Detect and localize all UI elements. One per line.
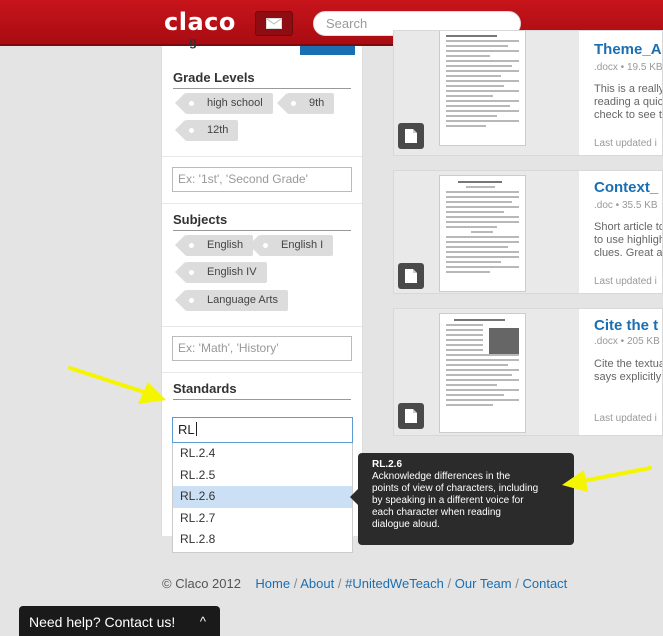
tooltip-line: each character when reading	[372, 507, 501, 518]
page-preview	[439, 175, 526, 292]
annotation-arrow-icon	[68, 366, 166, 404]
grade-level-input[interactable]: Ex: '1st', 'Second Grade'	[172, 167, 352, 192]
standard-option[interactable]: RL.2.7	[173, 508, 352, 530]
standards-input[interactable]: RL	[172, 417, 353, 443]
annotation-arrow-icon	[562, 466, 652, 492]
result-card-1[interactable]: Theme_A .docx • 19.5 KB This is a really…	[393, 30, 663, 156]
doc-type-badge	[398, 123, 424, 149]
standard-option[interactable]: RL.2.8	[173, 529, 352, 551]
grade-tag[interactable]: 9th	[276, 93, 335, 114]
document-thumbnail[interactable]	[394, 31, 579, 155]
grade-levels-title: Grade Levels	[173, 70, 351, 89]
standard-tooltip: RL.2.6 Acknowledge differences in the po…	[350, 453, 574, 545]
footer-link-about[interactable]: About	[300, 576, 334, 591]
result-card-3[interactable]: Cite the t .docx • 205 KB Cite the textu…	[393, 308, 663, 436]
cut-heading: g	[189, 34, 197, 49]
page-preview	[439, 31, 526, 146]
grade-tag[interactable]: 12th	[174, 120, 239, 141]
blue-button-edge[interactable]	[300, 46, 355, 55]
page-preview	[439, 313, 526, 433]
result-desc-line: Cite the textua	[594, 358, 663, 370]
divider	[162, 203, 362, 204]
document-icon	[405, 269, 417, 283]
tooltip-code: RL.2.6	[372, 459, 403, 470]
subject-input[interactable]: Ex: 'Math', 'History'	[172, 336, 352, 361]
result-title[interactable]: Theme_A	[594, 41, 662, 58]
result-desc-line: clues. Great a	[594, 247, 663, 259]
result-desc-line: says explicitly	[594, 371, 662, 383]
mail-button[interactable]	[255, 11, 293, 36]
help-label: Need help? Contact us!	[29, 614, 176, 630]
result-title[interactable]: Cite the t	[594, 317, 658, 334]
tooltip-line: points of view of characters, including	[372, 483, 539, 494]
help-contact-button[interactable]: Need help? Contact us! ^	[19, 606, 220, 636]
standard-option-selected[interactable]: RL.2.6	[173, 486, 352, 508]
divider	[162, 326, 362, 327]
copyright: © Claco 2012	[162, 576, 241, 591]
text-caret	[195, 422, 197, 436]
divider	[162, 372, 362, 373]
doc-type-badge	[398, 263, 424, 289]
footer-link-contact[interactable]: Contact	[522, 576, 567, 591]
result-meta: .doc • 35.5 KB	[594, 200, 658, 211]
standards-input-value: RL	[178, 422, 195, 437]
result-updated: Last updated i	[594, 138, 657, 149]
document-thumbnail[interactable]	[394, 171, 579, 293]
subject-tag[interactable]: English IV	[175, 262, 267, 283]
standards-autocomplete: RL.2.4 RL.2.5 RL.2.6 RL.2.7 RL.2.8	[172, 443, 353, 553]
envelope-icon	[266, 18, 282, 29]
result-desc-line: to use highligh	[594, 234, 663, 246]
claco-logo[interactable]: claco	[164, 8, 236, 36]
result-desc-line: check to see t	[594, 109, 662, 121]
subject-tag[interactable]: Language Arts	[175, 290, 288, 311]
divider	[162, 156, 362, 157]
subjects-title: Subjects	[173, 212, 351, 231]
document-icon	[405, 409, 417, 423]
result-meta: .docx • 19.5 KB	[594, 62, 663, 73]
standards-title: Standards	[173, 381, 351, 400]
doc-type-badge	[398, 403, 424, 429]
footer-link-home[interactable]: Home	[255, 576, 290, 591]
tooltip-line: Acknowledge differences in the	[372, 471, 511, 482]
result-meta: .docx • 205 KB	[594, 336, 660, 347]
result-desc-line: This is a really	[594, 83, 663, 95]
standard-option[interactable]: RL.2.4	[173, 443, 352, 465]
result-updated: Last updated i	[594, 276, 657, 287]
tooltip-line: by speaking in a different voice for	[372, 495, 524, 506]
tooltip-line: dialogue aloud.	[372, 519, 440, 530]
result-card-2[interactable]: Context_ .doc • 35.5 KB Short article to…	[393, 170, 663, 294]
result-desc-line: reading a quic	[594, 96, 663, 108]
grade-tag[interactable]: high school	[175, 93, 273, 114]
chevron-up-icon: ^	[199, 614, 206, 629]
footer-link-unitedweteach[interactable]: #UnitedWeTeach	[345, 576, 444, 591]
result-desc-line: Short article to	[594, 221, 663, 233]
document-icon	[405, 129, 417, 143]
subject-tag[interactable]: English	[174, 235, 254, 256]
result-updated: Last updated i	[594, 413, 657, 424]
footer: © Claco 2012 Home / About / #UnitedWeTea…	[162, 576, 568, 591]
footer-link-our-team[interactable]: Our Team	[455, 576, 512, 591]
subject-tag[interactable]: English I	[248, 235, 334, 256]
document-thumbnail[interactable]	[394, 309, 579, 435]
standard-option[interactable]: RL.2.5	[173, 465, 352, 487]
result-title[interactable]: Context_	[594, 179, 658, 196]
